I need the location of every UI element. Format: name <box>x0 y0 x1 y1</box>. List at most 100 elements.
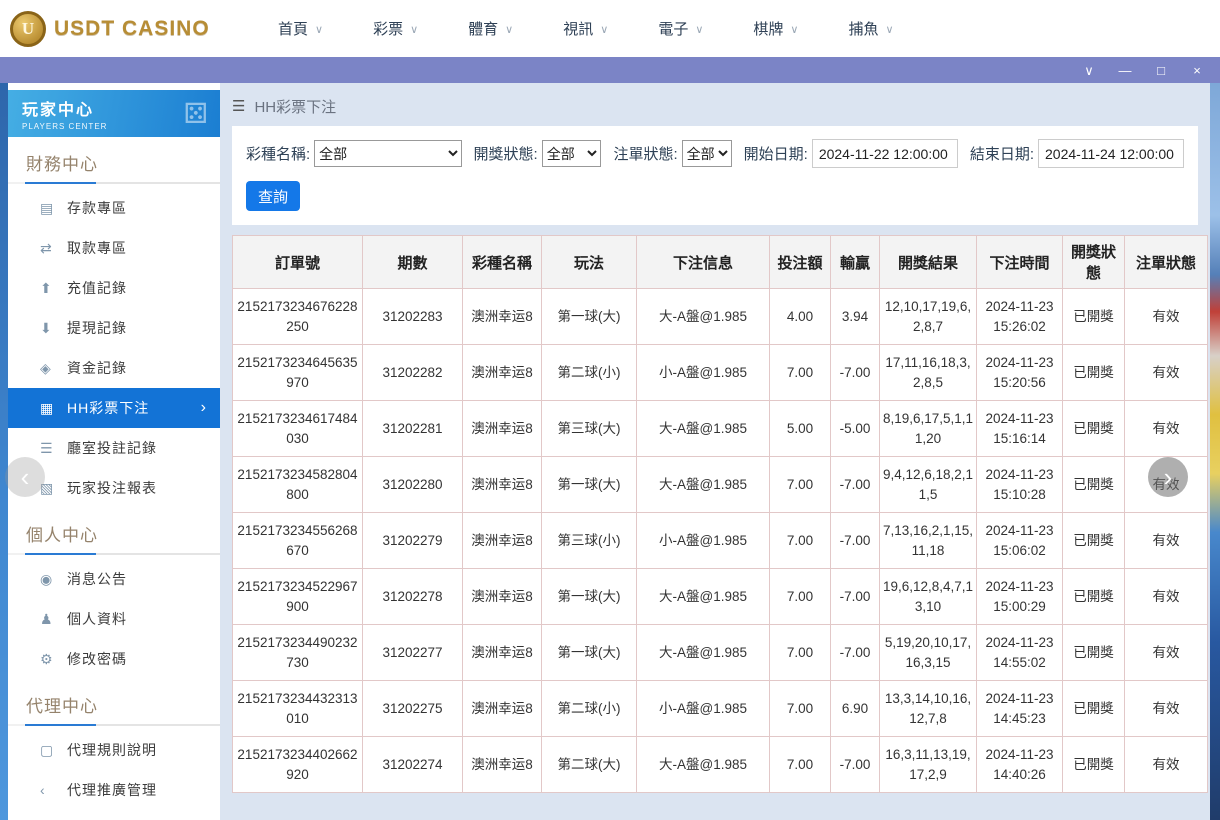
window-maximize-button[interactable]: □ <box>1154 64 1168 77</box>
sidebar-item-withdraw-record[interactable]: ⬇ 提現記錄 <box>8 308 220 348</box>
sidebar-item-profile[interactable]: ♟ 個人資料 <box>8 599 220 639</box>
amount-cell: 5.00 <box>770 401 831 457</box>
search-button[interactable]: 查詢 <box>246 181 300 211</box>
period-cell: 31202283 <box>363 289 463 345</box>
sidebar-item-recharge-record[interactable]: ⬆ 充值記錄 <box>8 268 220 308</box>
nav-item-sports[interactable]: 體育 ∨ <box>450 0 545 57</box>
sidebar-item-funds-record[interactable]: ◈ 資金記錄 <box>8 348 220 388</box>
draw-status-cell: 已開獎 <box>1063 513 1125 569</box>
sidebar-item-label: 玩家投注報表 <box>67 478 157 498</box>
amount-cell: 7.00 <box>770 345 831 401</box>
carousel-prev-button[interactable]: ‹ <box>5 457 45 497</box>
section-divider <box>8 724 220 726</box>
players-center-banner: 玩家中心 PLAYERS CENTER ⚄ <box>8 90 220 137</box>
order-status-cell: 有效 <box>1125 569 1208 625</box>
site-header: U USDT CASINO 首頁∨ 彩票∨ 體育 ∨ 視訊∨ 電子∨ 棋牌∨ 捕魚… <box>0 0 1220 57</box>
carousel-next-button[interactable]: › <box>1148 457 1188 497</box>
draw-status-cell: 已開獎 <box>1063 289 1125 345</box>
sidebar-item-label: 代理推廣管理 <box>67 780 157 800</box>
win-loss-cell: -7.00 <box>831 513 880 569</box>
logo[interactable]: U USDT CASINO <box>10 11 238 47</box>
draw-result-cell: 17,11,16,18,3,2,8,5 <box>880 345 977 401</box>
share-icon: ‹ <box>40 782 67 798</box>
lottery-ticket-icon: ▦ <box>40 400 67 417</box>
lottery-name-cell: 澳洲幸运8 <box>463 681 542 737</box>
column-header-draw-result: 開獎結果 <box>880 236 977 289</box>
nav-item-live-video[interactable]: 視訊∨ <box>545 0 640 57</box>
nav-item-home[interactable]: 首頁∨ <box>260 0 355 57</box>
nav-item-fishing[interactable]: 捕魚∨ <box>830 0 925 57</box>
start-date-input[interactable] <box>812 139 958 168</box>
sidebar-item-hh-lottery-bets[interactable]: ▦ HH彩票下注 › <box>8 388 220 428</box>
table-row: 2152173234402662920 31202274 澳洲幸运8 第二球(大… <box>233 737 1208 793</box>
bet-info-cell: 大-A盤@1.985 <box>637 457 770 513</box>
order-id-cell: 2152173234522967900 <box>233 569 363 625</box>
order-id-cell: 2152173234402662920 <box>233 737 363 793</box>
nav-item-board-games[interactable]: 棋牌∨ <box>735 0 830 57</box>
lottery-name-select[interactable]: 全部 <box>314 140 461 167</box>
bet-table: 訂單號 期數 彩種名稱 玩法 下注信息 投注額 輸贏 開獎結果 下注時間 開獎狀… <box>232 235 1208 793</box>
sidebar-item-announcements[interactable]: ◉ 消息公告 <box>8 559 220 599</box>
chevron-down-icon: ∨ <box>505 23 513 36</box>
period-cell: 31202275 <box>363 681 463 737</box>
sidebar-item-label: 廳室投註記錄 <box>67 438 157 458</box>
bet-info-cell: 大-A盤@1.985 <box>637 569 770 625</box>
column-header-win-loss: 輸贏 <box>831 236 880 289</box>
lottery-name-cell: 澳洲幸运8 <box>463 401 542 457</box>
order-status-cell: 有效 <box>1125 681 1208 737</box>
end-date-input[interactable] <box>1038 139 1184 168</box>
order-status-cell: 有效 <box>1125 625 1208 681</box>
window-minimize-button[interactable]: — <box>1118 64 1132 77</box>
play-cell: 第二球(小) <box>542 345 637 401</box>
bell-icon: ◉ <box>40 571 67 588</box>
window-dropdown-button[interactable]: ∨ <box>1082 64 1096 77</box>
table-row: 2152173234522967900 31202278 澳洲幸运8 第一球(大… <box>233 569 1208 625</box>
table-row: 2152173234676228250 31202283 澳洲幸运8 第一球(大… <box>233 289 1208 345</box>
funds-record-icon: ◈ <box>40 360 67 377</box>
sidebar-item-agent-promotion[interactable]: ‹ 代理推廣管理 <box>8 770 220 810</box>
win-loss-cell: -7.00 <box>831 457 880 513</box>
nav-label: 體育 <box>468 18 498 39</box>
lottery-name-label: 彩種名稱: <box>246 143 310 164</box>
play-cell: 第一球(大) <box>542 569 637 625</box>
amount-cell: 4.00 <box>770 289 831 345</box>
play-cell: 第一球(大) <box>542 457 637 513</box>
win-loss-cell: 6.90 <box>831 681 880 737</box>
draw-result-cell: 12,10,17,19,6,2,8,7 <box>880 289 977 345</box>
sidebar-item-change-password[interactable]: ⚙ 修改密碼 <box>8 639 220 679</box>
nav-item-lottery[interactable]: 彩票∨ <box>355 0 450 57</box>
table-row: 2152173234490232730 31202277 澳洲幸运8 第一球(大… <box>233 625 1208 681</box>
section-heading-personal: 個人中心 <box>8 508 220 546</box>
sidebar-item-label: 消息公告 <box>67 569 127 589</box>
amount-cell: 7.00 <box>770 681 831 737</box>
sidebar-item-agent-rules[interactable]: ▢ 代理規則說明 <box>8 730 220 770</box>
sidebar-subtitle: PLAYERS CENTER <box>22 122 107 131</box>
nav-item-slots[interactable]: 電子∨ <box>640 0 735 57</box>
sidebar-item-withdraw[interactable]: ⇄ 取款專區 <box>8 228 220 268</box>
column-header-draw-status: 開獎狀態 <box>1063 236 1125 289</box>
sidebar-item-deposit[interactable]: ▤ 存款專區 <box>8 188 220 228</box>
amount-cell: 7.00 <box>770 737 831 793</box>
players-center-titles: 玩家中心 PLAYERS CENTER <box>22 96 107 131</box>
amount-cell: 7.00 <box>770 569 831 625</box>
chevron-left-icon: ‹ <box>21 464 30 490</box>
sidebar-item-hall-bet-records[interactable]: ☰ 廳室投註記錄 <box>8 428 220 468</box>
sidebar-item-label: 個人資料 <box>67 609 127 629</box>
window-close-button[interactable]: × <box>1190 64 1204 77</box>
draw-status-cell: 已開獎 <box>1063 401 1125 457</box>
amount-cell: 7.00 <box>770 625 831 681</box>
start-date-label: 開始日期: <box>744 143 808 164</box>
draw-status-select[interactable]: 全部 <box>542 140 602 167</box>
bet-time-cell: 2024-11-23 15:00:29 <box>977 569 1063 625</box>
sidebar-item-label: 修改密碼 <box>67 649 127 669</box>
recharge-record-icon: ⬆ <box>40 280 67 297</box>
main-content: ☰ HH彩票下注 彩種名稱: 全部 開獎狀態: 全部 注單狀態: 全部 <box>220 83 1210 820</box>
order-status-cell: 有效 <box>1125 513 1208 569</box>
hamburger-icon[interactable]: ☰ <box>232 97 245 115</box>
order-id-cell: 2152173234676228250 <box>233 289 363 345</box>
order-status-select[interactable]: 全部 <box>682 140 732 167</box>
order-status-cell: 有效 <box>1125 289 1208 345</box>
draw-status-cell: 已開獎 <box>1063 681 1125 737</box>
chevron-down-icon: ∨ <box>885 23 893 36</box>
table-row: 2152173234432313010 31202275 澳洲幸运8 第二球(小… <box>233 681 1208 737</box>
